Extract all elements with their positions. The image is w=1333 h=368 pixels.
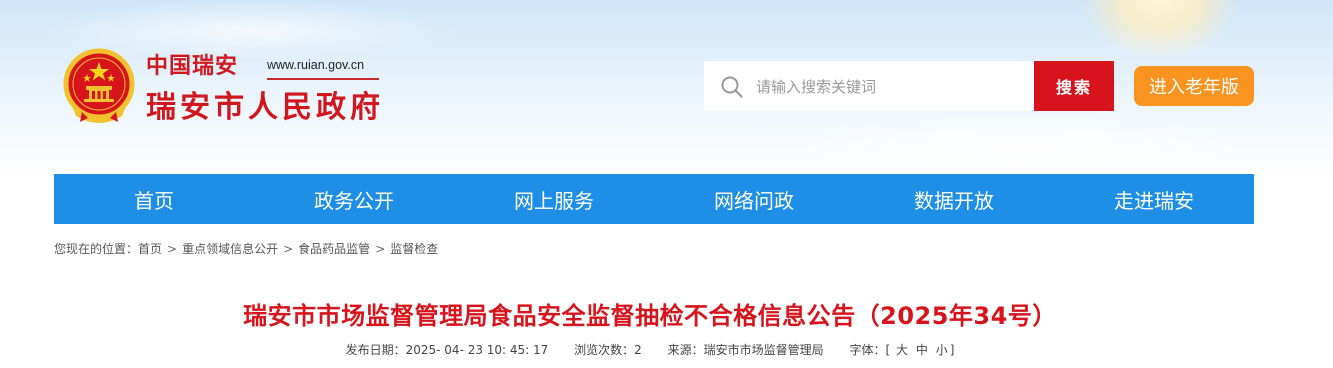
- font-size-bracket-end: ]: [949, 343, 955, 357]
- breadcrumb-item-food-drug[interactable]: 食品药品监管: [298, 240, 370, 257]
- national-emblem-icon[interactable]: [62, 46, 136, 126]
- font-size-small-button[interactable]: 小: [936, 343, 948, 357]
- publish-info: 发布日期：2025- 04- 23 10: 45: 17: [346, 343, 553, 357]
- breadcrumb-item-inspection[interactable]: 监督检查: [390, 240, 438, 257]
- font-size-label: 字体：[: [849, 343, 891, 357]
- breadcrumb-item-home[interactable]: 首页: [138, 240, 162, 257]
- search-box: [704, 61, 1034, 113]
- publish-label: 发布日期：: [345, 343, 406, 357]
- font-size-large-button[interactable]: 大: [896, 343, 908, 357]
- site-url[interactable]: www.ruian.gov.cn: [267, 58, 364, 72]
- breadcrumb-separator: >: [283, 241, 294, 256]
- elder-mode-button[interactable]: 进入老年版: [1134, 66, 1254, 106]
- nav-item-home[interactable]: 首页: [54, 174, 254, 224]
- main-nav: 首页 政务公开 网上服务 网络问政 数据开放 走进瑞安: [54, 174, 1254, 224]
- publish-date: 2025- 04- 23 10: 45: 17: [405, 343, 549, 357]
- site-name-divider: [267, 78, 379, 80]
- font-size-control: 字体：[ 大 中 小]: [850, 343, 955, 357]
- nav-item-government-affairs[interactable]: 政务公开: [254, 174, 454, 224]
- nav-item-online-services[interactable]: 网上服务: [454, 174, 654, 224]
- breadcrumb-item-key-info[interactable]: 重点领域信息公开: [182, 240, 278, 257]
- article-meta: 发布日期：2025- 04- 23 10: 45: 17 浏览次数：2 来源：瑞…: [0, 341, 1300, 358]
- nav-item-open-data[interactable]: 数据开放: [854, 174, 1054, 224]
- cloud-decoration: [780, 110, 1260, 175]
- nav-item-online-inquiry[interactable]: 网络问政: [654, 174, 854, 224]
- source-value: 瑞安市市场监督管理局: [703, 343, 824, 357]
- search-input[interactable]: [754, 61, 1028, 113]
- site-name-small: 中国瑞安: [146, 53, 239, 79]
- views-info: 浏览次数：2: [574, 343, 645, 357]
- sun-glow: [1080, 0, 1240, 60]
- views-label: 浏览次数：: [574, 343, 635, 357]
- source-label: 来源：: [667, 343, 704, 357]
- views-count: 2: [634, 343, 642, 357]
- site-name-main[interactable]: 瑞安市人民政府: [146, 82, 384, 126]
- source-info: 来源：瑞安市市场监督管理局: [668, 343, 828, 357]
- breadcrumb: 您现在的位置： 首页 > 重点领域信息公开 > 食品药品监管 > 监督检查: [54, 240, 438, 257]
- search-button[interactable]: 搜索: [1034, 61, 1114, 111]
- article-title: 瑞安市市场监督管理局食品安全监督抽检不合格信息公告（2025年34号）: [243, 302, 1057, 330]
- font-size-medium-button[interactable]: 中: [916, 343, 928, 357]
- search-icon: [721, 76, 743, 98]
- nav-item-about-ruian[interactable]: 走进瑞安: [1054, 174, 1254, 224]
- breadcrumb-separator: >: [375, 241, 386, 256]
- breadcrumb-separator: >: [167, 241, 178, 256]
- breadcrumb-prefix: 您现在的位置：: [54, 242, 139, 256]
